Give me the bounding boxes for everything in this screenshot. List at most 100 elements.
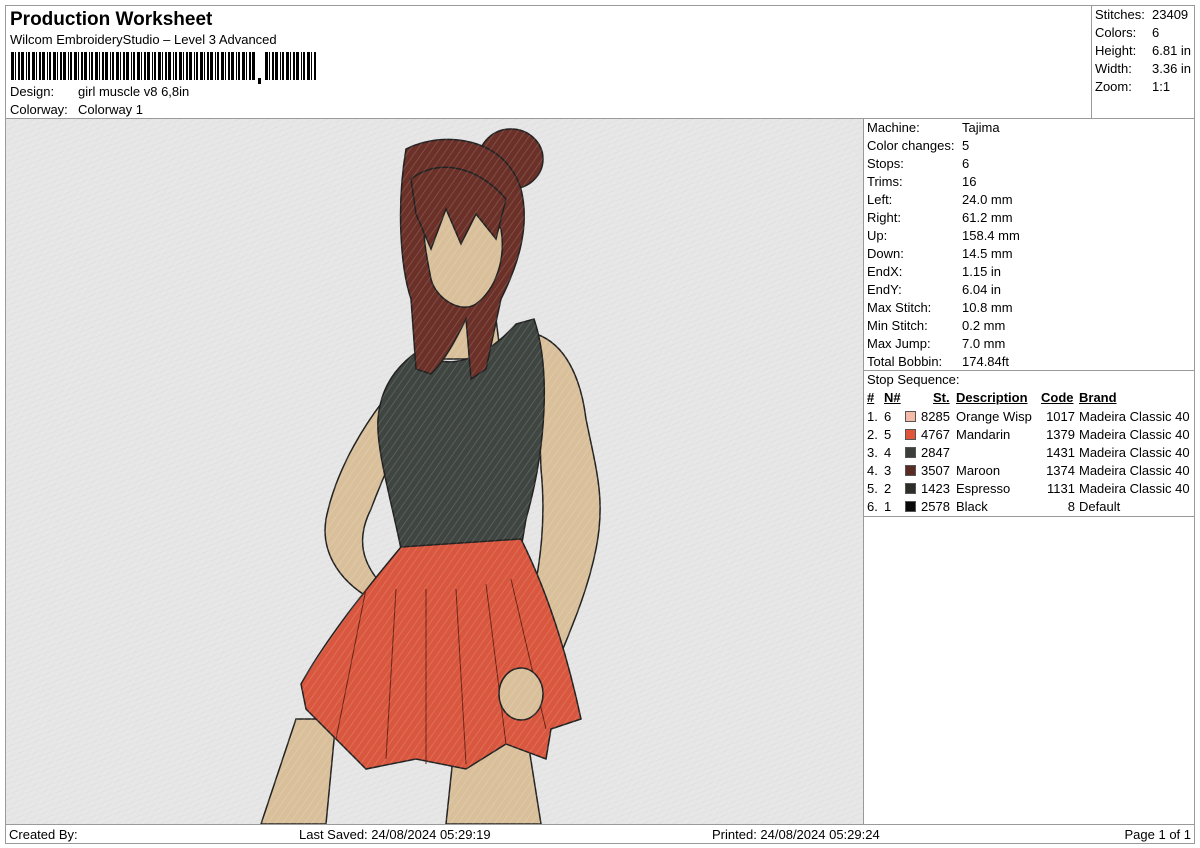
seq-code: 1017 xyxy=(1046,409,1075,424)
seq-brand: Madeira Classic 40 xyxy=(1079,427,1190,442)
stat-zoom: Zoom: 1:1 xyxy=(1095,78,1195,96)
stat-label: Zoom: xyxy=(1095,79,1132,94)
worksheet-footer: Created By: Last Saved: 24/08/2024 05:29… xyxy=(5,824,1195,844)
seq-description: Mandarin xyxy=(956,427,1011,442)
seq-needle: 2 xyxy=(884,481,892,496)
page-number: Page 1 of 1 xyxy=(1124,827,1192,842)
stat-value: 23409 xyxy=(1152,7,1189,22)
stop-sequence-row: 1. 6 8285 Orange Wisp Madeira Classic 40 1017 xyxy=(864,408,1194,426)
seq-needle: 1 xyxy=(884,499,892,514)
info-endy: EndY: 6.04 in xyxy=(867,281,1187,299)
info-value: Tajima xyxy=(962,120,1000,135)
seq-header-n: N# xyxy=(884,390,901,405)
colorway-label: Colorway: xyxy=(10,102,68,117)
info-color-changes: Color changes: 5 xyxy=(867,137,1187,155)
barcode-icon xyxy=(11,52,316,84)
stat-value: 6 xyxy=(1152,25,1160,40)
info-total-bobbin: Total Bobbin: 174.84ft xyxy=(867,353,1187,371)
info-value: 158.4 mm xyxy=(962,228,1020,243)
stat-label: Colors: xyxy=(1095,25,1137,40)
stop-sequence-row: 2. 5 4767 Mandarin Madeira Classic 40 1379 xyxy=(864,426,1194,444)
info-label: Max Jump: xyxy=(867,336,931,351)
seq-description: Black xyxy=(956,499,988,514)
seq-needle: 3 xyxy=(884,463,892,478)
info-value: 174.84ft xyxy=(962,354,1009,369)
seq-num: 5. xyxy=(867,481,878,496)
seq-brand: Default xyxy=(1079,499,1121,514)
seq-stitches: 4767 xyxy=(921,427,950,442)
info-value: 6.04 in xyxy=(962,282,1002,297)
thread-color-swatch xyxy=(905,429,916,440)
info-label: Up: xyxy=(867,228,888,243)
info-value: 61.2 mm xyxy=(962,210,1013,225)
seq-brand: Madeira Classic 40 xyxy=(1079,409,1190,424)
seq-stitches: 2847 xyxy=(921,445,950,460)
embroidery-preview xyxy=(5,118,864,825)
seq-header-description: Description xyxy=(956,390,1028,405)
seq-header-stitches: St. xyxy=(933,390,950,405)
thread-color-swatch xyxy=(905,447,916,458)
thread-color-swatch xyxy=(905,501,916,512)
info-stops: Stops: 6 xyxy=(867,155,1187,173)
seq-brand: Madeira Classic 40 xyxy=(1079,481,1190,496)
info-value: 5 xyxy=(962,138,970,153)
printed-date: Printed: 24/08/2024 05:29:24 xyxy=(712,827,880,842)
info-label: Right: xyxy=(867,210,901,225)
seq-description: Maroon xyxy=(956,463,1001,478)
worksheet-title: Production Worksheet xyxy=(10,9,213,30)
stat-value: 3.36 in xyxy=(1152,61,1192,76)
stop-sequence-row: 5. 2 1423 Espresso Madeira Classic 40 1131 xyxy=(864,480,1194,498)
design-label: Design: xyxy=(10,84,55,99)
info-value: 0.2 mm xyxy=(962,318,1006,333)
seq-header-brand: Brand xyxy=(1079,390,1117,405)
seq-needle: 4 xyxy=(884,445,892,460)
seq-stitches: 3507 xyxy=(921,463,950,478)
seq-brand: Madeira Classic 40 xyxy=(1079,463,1190,478)
seq-num: 2. xyxy=(867,427,878,442)
info-value: 16 xyxy=(962,174,977,189)
info-label: Down: xyxy=(867,246,904,261)
info-value: 14.5 mm xyxy=(962,246,1013,261)
embroidery-figure-image xyxy=(6,119,863,824)
info-value: 1.15 in xyxy=(962,264,1002,279)
seq-header-code: Code xyxy=(1041,390,1074,405)
seq-stitches: 1423 xyxy=(921,481,950,496)
stop-sequence-row: 4. 3 3507 Maroon Madeira Classic 40 1374 xyxy=(864,462,1194,480)
info-label: Machine: xyxy=(867,120,920,135)
info-label: Min Stitch: xyxy=(867,318,928,333)
info-label: Max Stitch: xyxy=(867,300,932,315)
stop-sequence-title: Stop Sequence: xyxy=(867,372,960,387)
info-endx: EndX: 1.15 in xyxy=(867,263,1187,281)
stop-sequence-row: 6. 1 2578 Black Default 8 xyxy=(864,498,1194,516)
info-label: Left: xyxy=(867,192,893,207)
software-subtitle: Wilcom EmbroideryStudio – Level 3 Advanc… xyxy=(10,32,277,47)
seq-code: 1374 xyxy=(1046,463,1075,478)
last-saved: Last Saved: 24/08/2024 05:29:19 xyxy=(299,827,491,842)
design-stats-panel: Stitches: 23409 Colors: 6 Height: 6.81 i… xyxy=(1091,5,1195,119)
seq-code: 1131 xyxy=(1047,481,1075,496)
stat-label: Stitches: xyxy=(1095,7,1145,22)
stat-width: Width: 3.36 in xyxy=(1095,60,1195,78)
stop-sequence-row: 3. 4 2847 Madeira Classic 40 1431 xyxy=(864,444,1194,462)
design-row: Design: girl muscle v8 6,8in xyxy=(10,84,410,102)
section-divider xyxy=(864,516,1194,517)
seq-needle: 5 xyxy=(884,427,892,442)
seq-stitches: 8285 xyxy=(921,409,950,424)
section-divider xyxy=(864,370,1194,371)
seq-num: 1. xyxy=(867,409,878,424)
info-machine: Machine: Tajima xyxy=(867,119,1187,137)
stat-label: Height: xyxy=(1095,43,1137,58)
thread-color-swatch xyxy=(905,465,916,476)
created-by: Created By: xyxy=(9,827,78,842)
info-label: Stops: xyxy=(867,156,904,171)
info-max-stitch: Max Stitch: 10.8 mm xyxy=(867,299,1187,317)
info-value: 6 xyxy=(962,156,970,171)
seq-num: 4. xyxy=(867,463,878,478)
info-value: 10.8 mm xyxy=(962,300,1013,315)
info-value: 7.0 mm xyxy=(962,336,1006,351)
info-trims: Trims: 16 xyxy=(867,173,1187,191)
seq-description: Espresso xyxy=(956,481,1011,496)
seq-code: 1431 xyxy=(1046,445,1075,460)
seq-header-num: # xyxy=(867,390,875,405)
stat-value: 6.81 in xyxy=(1152,43,1192,58)
